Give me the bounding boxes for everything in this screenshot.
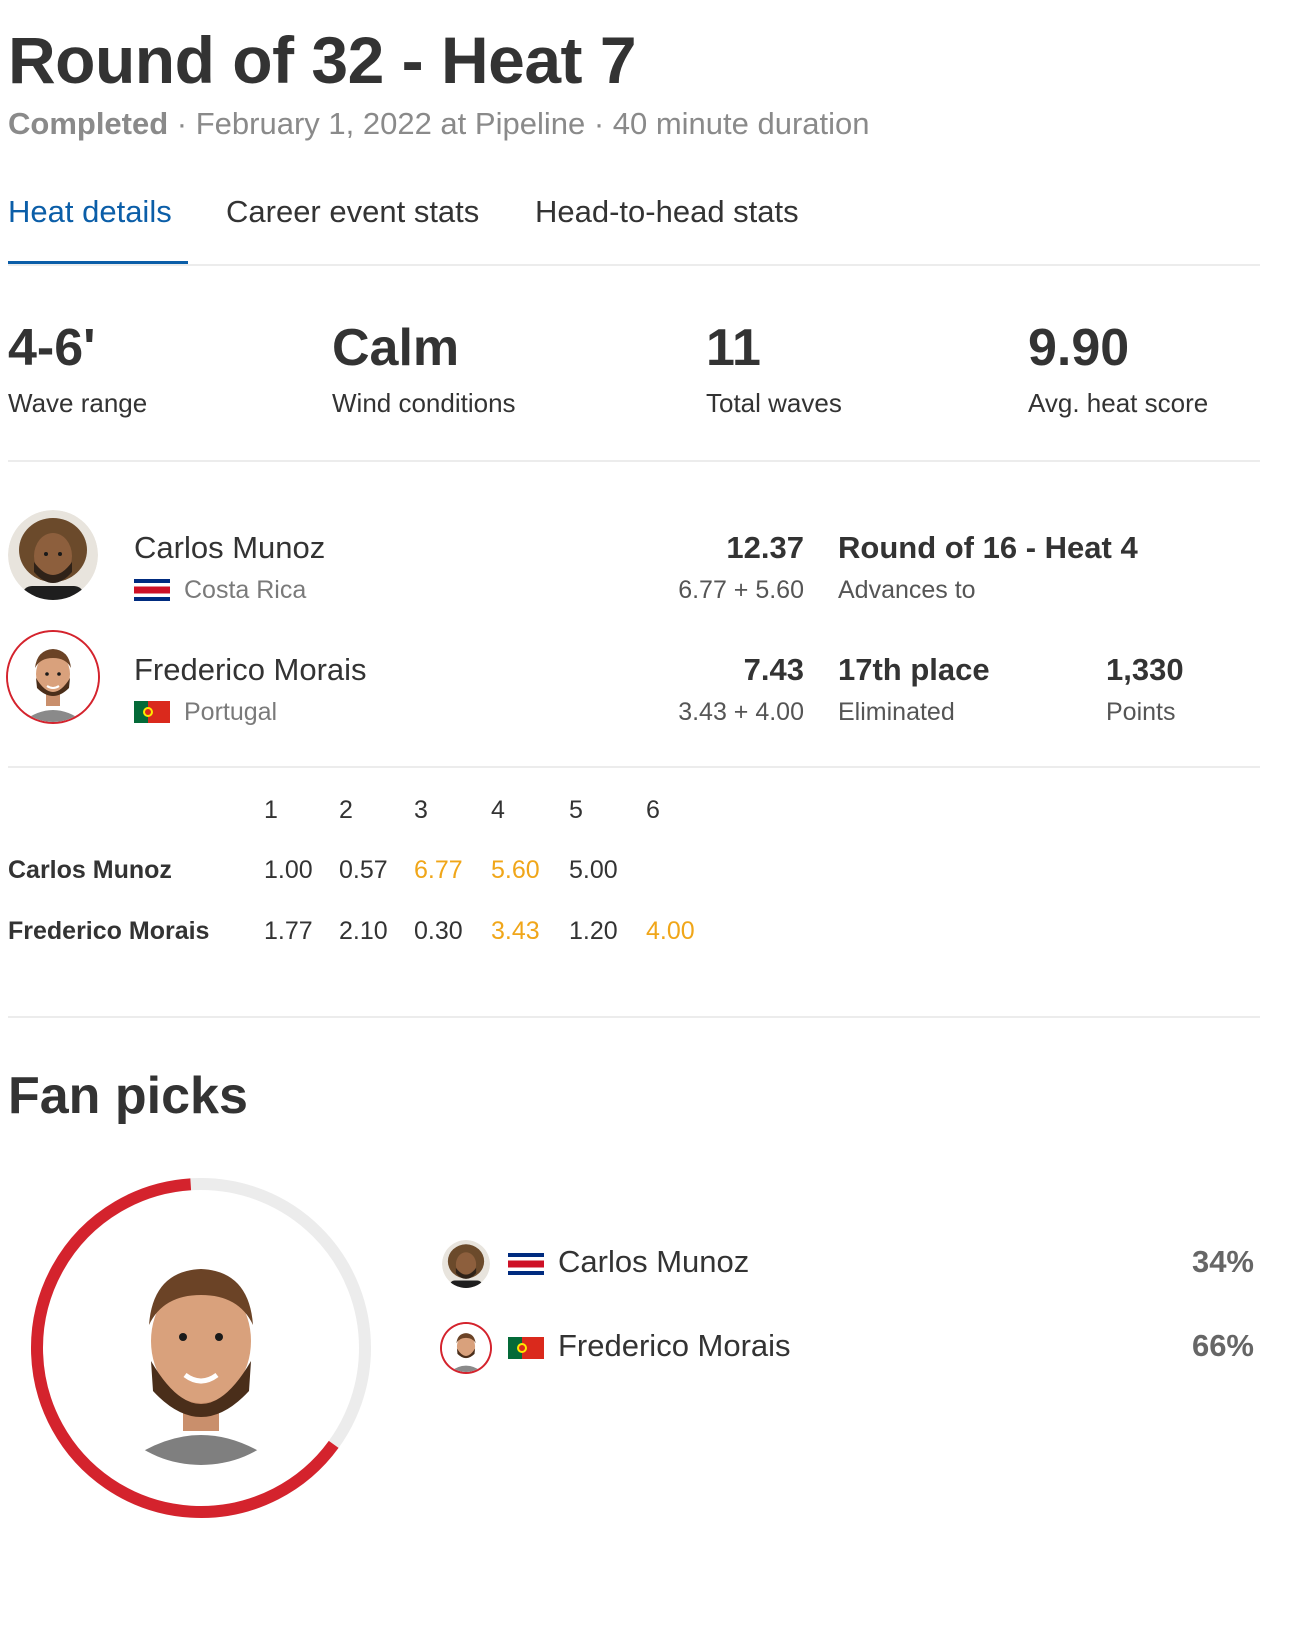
result-status: Advances to	[838, 576, 976, 604]
stat-label: Avg. heat score	[1028, 388, 1209, 418]
portugal-flag-icon	[134, 701, 170, 723]
next-heat-link[interactable]: Round of 16 - Heat 4	[838, 530, 1138, 566]
heat-stats: 4-6' Wave range Calm Wind conditions 11 …	[8, 300, 1260, 462]
surfer-name[interactable]: Frederico Morais	[134, 652, 367, 688]
fan-pick-percent: 66%	[1191, 1328, 1254, 1363]
surfer-name[interactable]: Carlos Munoz	[134, 530, 325, 566]
fan-pick-name: Carlos Munoz	[558, 1244, 750, 1279]
heat-total-score: 7.43	[743, 652, 804, 687]
surfer-country: Costa Rica	[134, 576, 306, 605]
wave-score: 5.00	[569, 856, 618, 884]
wave-score-counted: 4.00	[646, 917, 695, 945]
counting-waves: 3.43 + 4.00	[678, 698, 804, 726]
wave-number-header: 1	[264, 796, 278, 824]
frederico-morais-avatar-icon	[8, 632, 98, 722]
surfer-country-name: Costa Rica	[184, 576, 307, 604]
stat-label: Total waves	[706, 388, 842, 418]
stat-value: 11	[706, 319, 761, 377]
score-row-name: Frederico Morais	[8, 917, 210, 945]
page-title: Round of 32 - Heat 7	[8, 23, 637, 97]
fan-picks-donut	[20, 1167, 382, 1529]
wave-score-counted: 6.77	[414, 856, 463, 884]
stat-label: Wave range	[8, 388, 148, 418]
wave-number-header: 2	[339, 796, 353, 824]
active-tab-indicator	[8, 261, 188, 264]
tab-bar: Heat details Career event stats Head-to-…	[8, 190, 1260, 266]
wave-score-counted: 5.60	[491, 856, 540, 884]
stat-value: Calm	[332, 319, 460, 377]
score-row-name: Carlos Munoz	[8, 856, 172, 884]
heat-total-score: 12.37	[726, 530, 804, 565]
frederico-morais-avatar-icon	[442, 1324, 490, 1372]
surfer-country: Portugal	[134, 698, 277, 727]
surfer-row[interactable]: Frederico Morais Portugal 7.43 3.43 + 4.…	[8, 632, 1260, 742]
result-status: Eliminated	[838, 698, 955, 726]
wave-score: 0.30	[414, 917, 463, 945]
tab-heat-details[interactable]: Heat details	[8, 194, 172, 230]
wave-score: 1.20	[569, 917, 618, 945]
wave-score: 1.00	[264, 856, 313, 884]
tab-career-event-stats[interactable]: Career event stats	[226, 194, 479, 230]
points-earned: 1,330	[1106, 652, 1184, 687]
final-placement: 17th place	[838, 652, 990, 687]
fan-pick-item[interactable]: Carlos Munoz 34%	[434, 1240, 1254, 1296]
surfer-avatar[interactable]	[8, 632, 98, 722]
stat-wave-range: 4-6' Wave range	[8, 322, 147, 419]
points-label: Points	[1106, 698, 1176, 726]
fan-pick-item[interactable]: Frederico Morais 66%	[434, 1324, 1254, 1380]
wave-scores-table: 1 2 3 4 5 6 Carlos Munoz 1.00 0.57 6.77 …	[8, 786, 1260, 1018]
costa-rica-flag-icon	[508, 1253, 544, 1275]
carlos-munoz-avatar-icon	[442, 1240, 490, 1288]
wave-number-header: 4	[491, 796, 505, 824]
stat-total-waves: 11 Total waves	[706, 322, 842, 419]
fan-pick-percent: 34%	[1191, 1244, 1254, 1279]
leader-portrait-icon	[87, 1237, 315, 1465]
heat-meta: Completed · February 1, 2022 at Pipeline…	[8, 106, 870, 142]
heat-status: Completed	[8, 106, 169, 141]
stat-wind-conditions: Calm Wind conditions	[332, 322, 516, 419]
surfer-avatar[interactable]	[8, 510, 98, 600]
fan-pick-name: Frederico Morais	[558, 1328, 791, 1363]
stat-value: 4-6'	[8, 319, 96, 377]
wave-score-counted: 3.43	[491, 917, 540, 945]
heat-results: Carlos Munoz Costa Rica 12.37 6.77 + 5.6…	[8, 480, 1260, 768]
wave-number-header: 6	[646, 796, 660, 824]
carlos-munoz-avatar-icon	[8, 510, 98, 600]
surfer-country-name: Portugal	[184, 698, 278, 726]
wave-number-header: 3	[414, 796, 428, 824]
wave-score: 1.77	[264, 917, 313, 945]
fan-picks-title: Fan picks	[8, 1067, 248, 1125]
wave-score: 0.57	[339, 856, 388, 884]
wave-score: 2.10	[339, 917, 388, 945]
counting-waves: 6.77 + 5.60	[678, 576, 804, 604]
stat-label: Wind conditions	[332, 388, 516, 418]
stat-value: 9.90	[1028, 319, 1130, 377]
heat-date-location: · February 1, 2022 at Pipeline · 40 minu…	[168, 106, 870, 141]
stat-avg-heat-score: 9.90 Avg. heat score	[1028, 322, 1208, 419]
wave-number-header: 5	[569, 796, 583, 824]
costa-rica-flag-icon	[134, 579, 170, 601]
surfer-row[interactable]: Carlos Munoz Costa Rica 12.37 6.77 + 5.6…	[8, 510, 1260, 620]
tab-head-to-head-stats[interactable]: Head-to-head stats	[535, 194, 799, 230]
portugal-flag-icon	[508, 1337, 544, 1359]
